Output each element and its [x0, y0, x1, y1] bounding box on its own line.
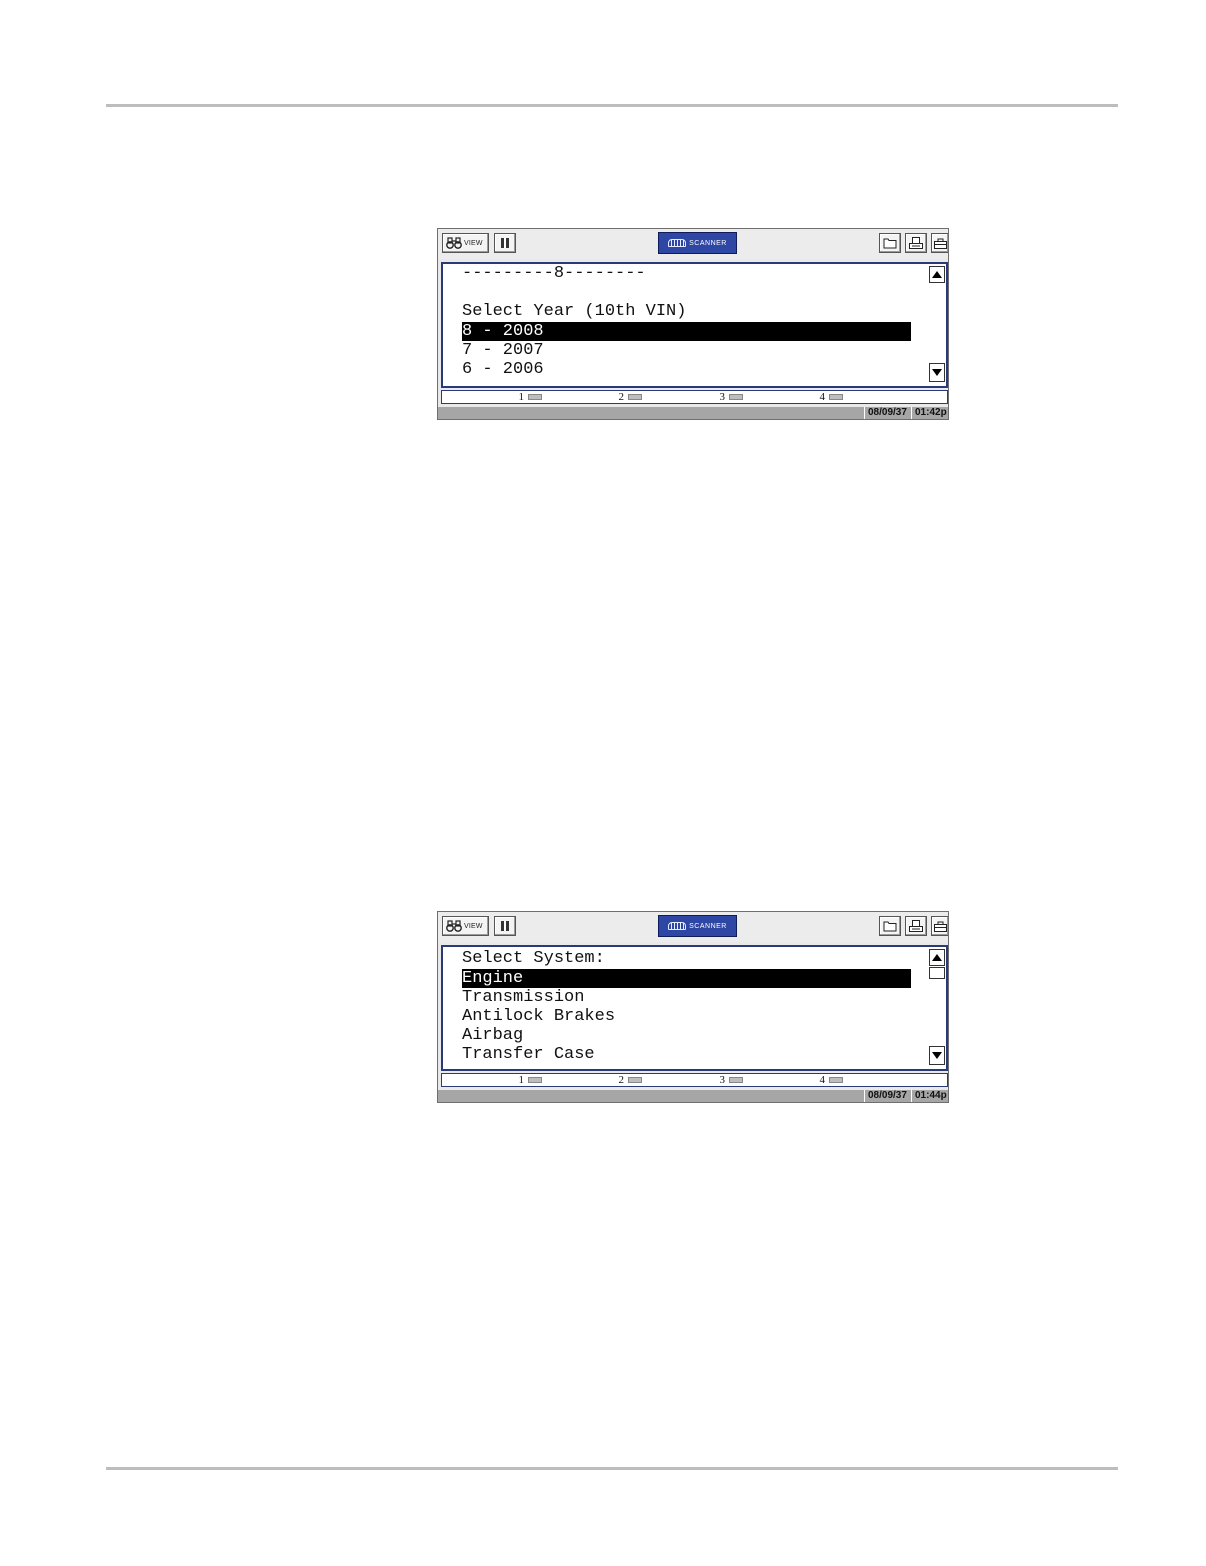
binoculars-icon	[446, 237, 462, 249]
scanner-label: SCANNER	[689, 922, 727, 930]
pause-button[interactable]	[494, 916, 516, 936]
folder-icon	[883, 238, 897, 249]
scroll-down-button[interactable]	[929, 363, 945, 382]
pause-icon	[501, 921, 509, 931]
function-key-4[interactable]: 4	[813, 391, 843, 403]
function-key-label: 2	[618, 391, 625, 403]
folder-button[interactable]	[879, 916, 901, 936]
function-key-2[interactable]: 2	[612, 1074, 642, 1086]
menu-content: ---------8-------- Select Year (10th VIN…	[441, 262, 948, 388]
function-key-label: 2	[618, 1074, 625, 1086]
scanner-screen-year: VIEW SCANNER ---------8-------- Select Y…	[437, 228, 949, 420]
toolbar: VIEW SCANNER	[438, 912, 948, 942]
menu-item-selected[interactable]: Engine	[462, 969, 911, 988]
status-date: 08/09/37	[864, 407, 912, 419]
function-key-indicator	[628, 1077, 642, 1083]
arrow-up-icon	[932, 954, 942, 961]
connector-icon	[668, 239, 687, 247]
tools-button[interactable]	[931, 916, 948, 936]
header-rule	[106, 104, 1118, 107]
menu-item-selected[interactable]: 8 - 2008	[462, 322, 911, 341]
menu-item[interactable]: Transfer Case	[462, 1045, 595, 1064]
function-key-indicator	[729, 394, 743, 400]
scanner-button[interactable]: SCANNER	[658, 915, 737, 937]
view-button[interactable]: VIEW	[442, 233, 489, 253]
arrow-down-icon	[932, 1052, 942, 1059]
function-key-indicator	[528, 394, 542, 400]
footer-rule	[106, 1467, 1118, 1470]
scroll-up-button[interactable]	[929, 266, 945, 283]
scanner-label: SCANNER	[689, 239, 727, 247]
printer-icon	[909, 919, 923, 932]
menu-title: Select Year (10th VIN)	[462, 302, 687, 321]
arrow-down-icon	[932, 369, 942, 376]
menu-line: ---------8--------	[462, 264, 646, 283]
function-key-1[interactable]: 1	[512, 1074, 542, 1086]
menu-item[interactable]: 7 - 2007	[462, 341, 544, 360]
menu-item[interactable]: Transmission	[462, 988, 584, 1007]
folder-icon	[883, 921, 897, 932]
function-key-label: 3	[719, 1074, 726, 1086]
scroll-down-button[interactable]	[929, 1046, 945, 1065]
connector-icon	[668, 922, 687, 930]
status-bar: 08/09/37 01:44p	[438, 1090, 948, 1102]
pause-button[interactable]	[494, 233, 516, 253]
function-key-label: 4	[819, 391, 826, 403]
function-key-bar: 1 2 3 4	[441, 390, 948, 404]
scroll-thumb[interactable]	[929, 967, 945, 979]
function-key-indicator	[528, 1077, 542, 1083]
function-key-indicator	[729, 1077, 743, 1083]
function-key-2[interactable]: 2	[612, 391, 642, 403]
scanner-screen-system: VIEW SCANNER Select System: Engine Trans…	[437, 911, 949, 1103]
scanner-button[interactable]: SCANNER	[658, 232, 737, 254]
menu-item[interactable]: 6 - 2006	[462, 360, 544, 379]
print-button[interactable]	[905, 233, 927, 253]
function-key-4[interactable]: 4	[813, 1074, 843, 1086]
printer-icon	[909, 236, 923, 249]
menu-title: Select System:	[462, 949, 605, 968]
status-time: 01:42p	[911, 407, 952, 419]
menu-item[interactable]: Airbag	[462, 1026, 523, 1045]
view-label: VIEW	[464, 922, 483, 930]
status-time: 01:44p	[911, 1090, 952, 1102]
function-key-label: 4	[819, 1074, 826, 1086]
status-bar: 08/09/37 01:42p	[438, 407, 948, 419]
scroll-up-button[interactable]	[929, 949, 945, 966]
view-label: VIEW	[464, 239, 483, 247]
toolbox-icon	[933, 921, 947, 932]
function-key-indicator	[829, 1077, 843, 1083]
function-key-label: 1	[518, 391, 525, 403]
toolbar: VIEW SCANNER	[438, 229, 948, 259]
function-key-3[interactable]: 3	[713, 391, 743, 403]
binoculars-icon	[446, 920, 462, 932]
menu-item[interactable]: Antilock Brakes	[462, 1007, 615, 1026]
pause-icon	[501, 238, 509, 248]
view-button[interactable]: VIEW	[442, 916, 489, 936]
status-date: 08/09/37	[864, 1090, 912, 1102]
toolbox-icon	[933, 238, 947, 249]
function-key-label: 3	[719, 391, 726, 403]
menu-content: Select System: Engine Transmission Antil…	[441, 945, 948, 1071]
function-key-indicator	[829, 394, 843, 400]
function-key-bar: 1 2 3 4	[441, 1073, 948, 1087]
arrow-up-icon	[932, 271, 942, 278]
function-key-3[interactable]: 3	[713, 1074, 743, 1086]
print-button[interactable]	[905, 916, 927, 936]
folder-button[interactable]	[879, 233, 901, 253]
function-key-1[interactable]: 1	[512, 391, 542, 403]
tools-button[interactable]	[931, 233, 948, 253]
function-key-label: 1	[518, 1074, 525, 1086]
function-key-indicator	[628, 394, 642, 400]
